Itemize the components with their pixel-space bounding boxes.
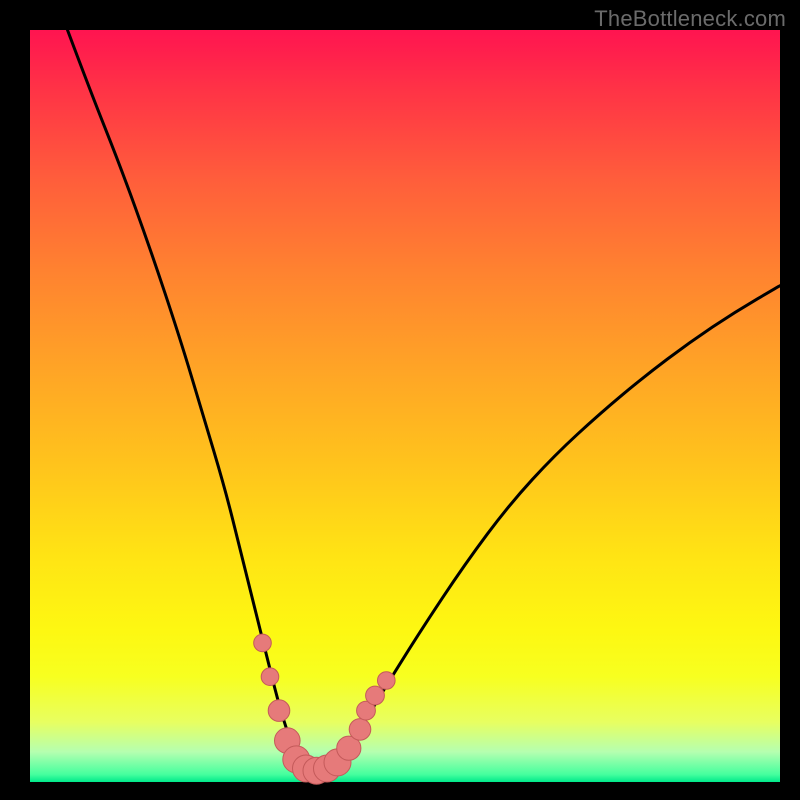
marker-group bbox=[254, 634, 395, 784]
curve-marker bbox=[349, 719, 371, 741]
chart-frame: TheBottleneck.com bbox=[0, 0, 800, 800]
curve-marker bbox=[261, 668, 279, 686]
curve-marker bbox=[254, 634, 272, 652]
curve-marker bbox=[366, 686, 385, 705]
curve-marker bbox=[378, 672, 396, 690]
curve-marker bbox=[268, 700, 290, 722]
watermark-text: TheBottleneck.com bbox=[594, 6, 786, 32]
chart-svg bbox=[30, 30, 780, 782]
bottleneck-curve bbox=[68, 30, 781, 771]
